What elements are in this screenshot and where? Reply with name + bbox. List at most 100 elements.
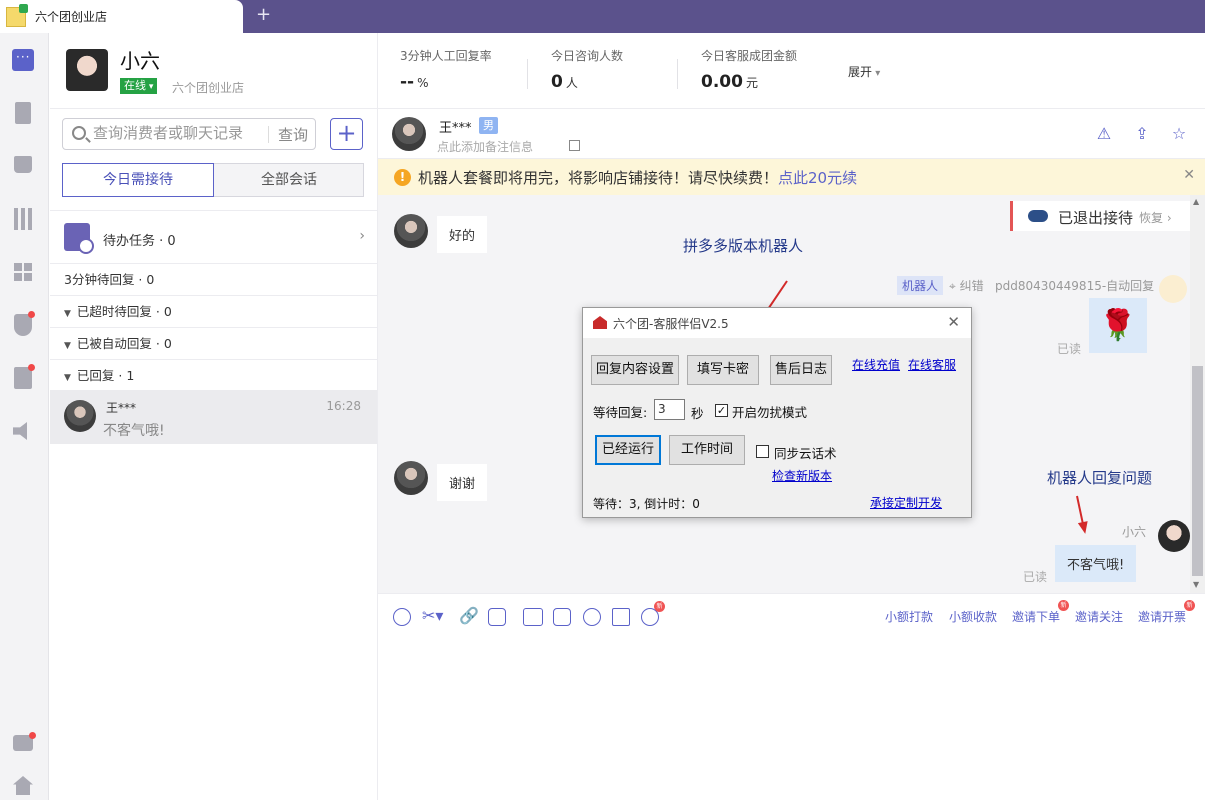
new-badge: 新 <box>1058 600 1069 611</box>
message-composer: ✂▾ 🔗 新 小额打款 小额收款 邀请下单 新 邀请关注 邀请开票 新 <box>378 593 1205 800</box>
apps-grid-icon[interactable] <box>14 263 32 281</box>
video-icon[interactable] <box>523 608 543 626</box>
reply-settings-button[interactable]: 回复内容设置 <box>591 355 679 385</box>
search-input[interactable] <box>93 124 243 142</box>
shield-icon[interactable] <box>14 311 35 336</box>
close-icon[interactable]: ✕ <box>1183 167 1195 183</box>
image-icon[interactable] <box>488 608 506 626</box>
assistant-dialog: 六个团-客服伴侣V2.5 ✕ 回复内容设置 填写卡密 售后日志 在线充值 在线客… <box>582 307 972 518</box>
after-sale-log-button[interactable]: 售后日志 <box>770 355 832 385</box>
scissors-icon[interactable]: ✂▾ <box>422 606 446 625</box>
running-button[interactable]: 已经运行 <box>595 435 661 465</box>
correct-label: 纠错 <box>959 279 984 293</box>
group-replied[interactable]: ▼ 已回复 · 1 <box>50 360 377 392</box>
work-time-button[interactable]: 工作时间 <box>669 435 745 465</box>
chat-icon[interactable] <box>12 49 34 71</box>
bot-avatar <box>1159 275 1187 303</box>
link-icon[interactable]: 🔗 <box>459 606 479 625</box>
folder-icon[interactable] <box>612 608 630 626</box>
small-payout-link[interactable]: 小额打款 <box>885 608 933 625</box>
home-icon[interactable] <box>13 776 33 795</box>
check-update-link[interactable]: 检查新版本 <box>772 467 832 484</box>
dnd-checkbox[interactable]: ✓ <box>715 404 728 417</box>
renew-link[interactable]: 点此20元续 <box>778 169 857 187</box>
new-tab-button[interactable]: + <box>256 4 271 25</box>
caret-down-icon: ▼ <box>64 309 71 319</box>
service-icon[interactable] <box>583 608 601 626</box>
expand-button[interactable]: 展开 <box>848 63 880 80</box>
divider <box>527 59 528 89</box>
stat-unit: % <box>417 76 429 90</box>
add-button[interactable]: + <box>330 118 363 150</box>
banner-text: 机器人套餐即将用完，将影响店铺接待！请尽快续费！点此20元续 <box>418 167 857 188</box>
tab-all[interactable]: 全部会话 <box>214 164 364 196</box>
restore-button[interactable]: 恢复 › <box>1139 209 1172 226</box>
invite-invoice-link[interactable]: 邀请开票 <box>1138 608 1186 625</box>
star-icon[interactable]: ☆ <box>1170 125 1188 143</box>
edit-icon[interactable] <box>569 140 580 151</box>
recharge-link[interactable]: 在线充值 <box>852 356 900 373</box>
online-status-dropdown[interactable]: 在线 <box>120 78 158 94</box>
annotation-arrow-head <box>1077 521 1091 535</box>
group-label: 3分钟待回复 · 0 <box>64 272 155 287</box>
last-message: 不客气哦! <box>103 423 165 439</box>
exit-text: 已退出接待 <box>1058 209 1134 227</box>
statistics-icon[interactable] <box>14 208 32 230</box>
scroll-up-icon[interactable]: ▲ <box>1193 197 1199 206</box>
close-icon[interactable]: ✕ <box>947 313 960 331</box>
sync-cloud-checkbox[interactable] <box>756 445 769 458</box>
small-collect-link[interactable]: 小额收款 <box>949 608 997 625</box>
briefcase-icon[interactable] <box>13 732 36 751</box>
message-bubble: 好的 <box>437 216 488 253</box>
stat-consult-count: 今日咨询人数 0人 <box>551 47 623 92</box>
left-nav-rail <box>0 33 49 800</box>
annotation-label: 机器人回复问题 <box>1047 469 1153 487</box>
divider <box>677 59 678 89</box>
todo-label: 待办任务 · 0 <box>103 234 176 249</box>
stats-bar: 3分钟人工回复率 --% 今日咨询人数 0人 今日客服成团金额 0.00 元 展开 <box>378 33 1205 109</box>
document-icon[interactable] <box>15 102 31 124</box>
emoji-icon[interactable] <box>393 608 411 626</box>
read-status: 已读 <box>1023 570 1048 584</box>
invite-follow-link[interactable]: 邀请关注 <box>1075 608 1123 625</box>
book-icon[interactable] <box>14 364 35 389</box>
group-auto-replied[interactable]: ▼ 已被自动回复 · 0 <box>50 328 377 360</box>
search-button[interactable]: 查询 <box>278 124 308 145</box>
chevron-right-icon: › <box>359 228 365 244</box>
speaker-icon[interactable] <box>13 422 27 440</box>
shopping-bag-icon[interactable] <box>14 156 32 173</box>
caret-down-icon: ▼ <box>64 341 71 351</box>
avatar <box>66 49 108 91</box>
search-box: 查询 <box>62 118 316 150</box>
new-badge: 新 <box>1184 600 1195 611</box>
card-key-button[interactable]: 填写卡密 <box>687 355 759 385</box>
correct-link[interactable]: ⌖ 纠错 <box>949 277 984 294</box>
stat-value: --% <box>400 72 492 92</box>
stat-label: 今日咨询人数 <box>551 49 624 63</box>
chat-header: 王*** 男 点此添加备注信息 ⚠ ⇪ ☆ <box>378 109 1205 159</box>
coupon-icon[interactable] <box>553 608 571 626</box>
todo-tasks-row[interactable]: 待办任务 · 0 › <box>50 210 377 264</box>
notification-dot <box>29 732 36 739</box>
stat-number: -- <box>400 72 415 92</box>
group-timeout[interactable]: ▼ 已超时待回复 · 0 <box>50 296 377 328</box>
list-item[interactable]: 王*** 16:28 不客气哦! <box>50 390 377 444</box>
tab-shop[interactable]: 六个团创业店 <box>0 0 243 33</box>
custom-dev-link[interactable]: 承接定制开发 <box>870 494 942 511</box>
online-service-link[interactable]: 在线客服 <box>908 356 956 373</box>
scroll-thumb[interactable] <box>1192 366 1203 576</box>
search-icon <box>72 126 86 140</box>
message-bubble: 谢谢 <box>437 464 488 501</box>
invite-order-link[interactable]: 邀请下单 <box>1012 608 1060 625</box>
group-wait-3min[interactable]: 3分钟待回复 · 0 <box>50 264 377 296</box>
scroll-down-icon[interactable]: ▼ <box>1193 580 1199 589</box>
stat-unit: 人 <box>565 76 578 90</box>
avatar <box>1158 520 1190 552</box>
wait-seconds-input[interactable]: 3 <box>654 399 685 420</box>
tab-today[interactable]: 今日需接待 <box>62 163 214 197</box>
group-label: 已回复 · 1 <box>76 368 135 383</box>
window-tab-bar: 六个团创业店 + <box>0 0 1205 33</box>
share-icon[interactable]: ⇪ <box>1133 125 1151 143</box>
warning-icon[interactable]: ⚠ <box>1095 125 1113 143</box>
add-note-link[interactable]: 点此添加备注信息 <box>437 138 533 155</box>
